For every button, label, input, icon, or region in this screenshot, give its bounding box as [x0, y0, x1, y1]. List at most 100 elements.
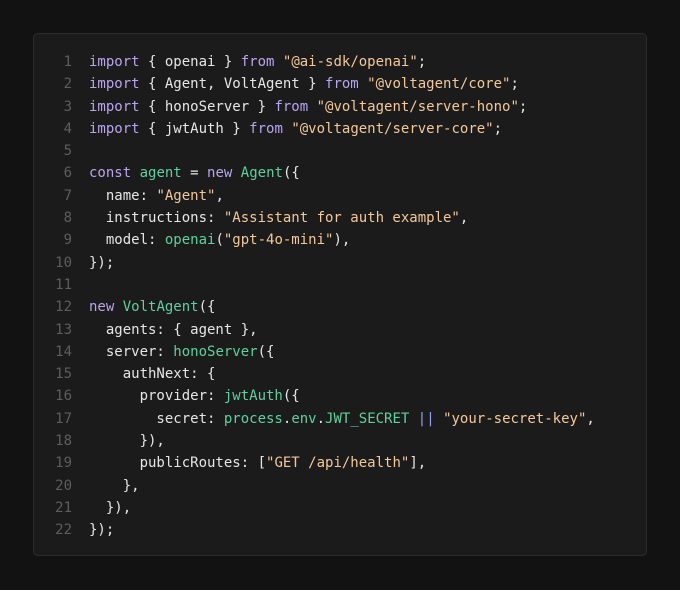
code-token: "@voltagent/core": [367, 76, 511, 93]
code-token: provider:: [89, 388, 224, 405]
code-token: new: [89, 299, 115, 316]
code-token: ({: [282, 165, 300, 182]
code-line: 4 import { jwtAuth } from "@voltagent/ser…: [34, 118, 646, 140]
line-number: 17: [55, 410, 72, 427]
code-text: new VoltAgent({: [89, 296, 215, 318]
code-line: 17 secret: process.env.JWT_SECRET || "yo…: [34, 408, 646, 430]
code-text: import { honoServer } from "@voltagent/s…: [89, 96, 527, 118]
code-token: import: [89, 76, 140, 93]
code-token: process: [223, 410, 283, 427]
line-number: 19: [55, 455, 72, 472]
code-text: name: "Agent",: [89, 185, 224, 207]
code-line: 11: [34, 274, 646, 296]
code-token: from: [249, 120, 283, 137]
code-token: (: [215, 232, 224, 249]
code-token: { honoServer }: [139, 98, 275, 115]
code-token: honoServer: [173, 343, 258, 360]
code-line: 13 agents: { agent },: [34, 319, 646, 341]
code-token: ;: [417, 54, 427, 70]
code-text: });: [89, 519, 114, 541]
code-token: secret:: [89, 410, 224, 427]
code-text: });: [89, 252, 114, 274]
code-text: secret: process.env.JWT_SECRET || "your-…: [89, 408, 594, 430]
code-token: });: [89, 254, 115, 271]
code-token: from: [325, 76, 359, 93]
line-number: 18: [55, 433, 72, 450]
code-text: import { Agent, VoltAgent } from "@volta…: [89, 73, 519, 95]
code-token: model:: [89, 232, 165, 249]
code-token: ({: [257, 343, 275, 360]
line-number: 22: [55, 522, 72, 539]
code-token: "Assistant for auth example": [223, 210, 460, 227]
line-number: 15: [55, 366, 72, 383]
code-token: ||: [417, 410, 435, 427]
code-token: "@ai-sdk/openai": [282, 54, 418, 70]
code-text: import { jwtAuth } from "@voltagent/serv…: [89, 118, 502, 140]
code-token: "@voltagent/server-core": [291, 120, 494, 137]
code-token: openai: [164, 232, 216, 249]
code-line: 1 import { openai } from "@ai-sdk/openai"…: [34, 51, 646, 73]
line-number: 13: [55, 321, 72, 338]
code-text: import { openai } from "@ai-sdk/openai";: [89, 51, 426, 73]
code-editor: 1 import { openai } from "@ai-sdk/openai"…: [34, 51, 646, 542]
code-token: }),: [89, 433, 165, 450]
code-line: 6 const agent = new Agent({: [34, 162, 646, 184]
code-line: 10});: [34, 252, 646, 274]
line-number: 5: [63, 143, 72, 160]
code-token: jwtAuth: [223, 388, 283, 405]
code-token: ,: [215, 187, 224, 204]
line-number: 10: [55, 254, 72, 271]
code-token: =: [181, 165, 208, 182]
line-number: 3: [63, 98, 72, 115]
code-token: instructions:: [89, 210, 224, 227]
code-text: model: openai("gpt-4o-mini"),: [89, 229, 350, 251]
code-token: { openai }: [139, 54, 241, 70]
code-token: { Agent, VoltAgent }: [139, 76, 326, 93]
code-text: publicRoutes: ["GET /api/health"],: [89, 452, 427, 474]
code-token: server:: [89, 343, 174, 360]
code-token: ],: [409, 455, 427, 472]
code-token: ;: [510, 76, 519, 93]
code-token: agents: { agent },: [89, 321, 258, 338]
code-token: publicRoutes: [: [89, 455, 267, 472]
code-token: ;: [493, 120, 503, 137]
line-number: 7: [63, 187, 72, 204]
line-number: 8: [63, 210, 72, 227]
code-token: authNext: {: [89, 366, 216, 383]
code-text: provider: jwtAuth({: [89, 385, 300, 407]
code-token: from: [274, 98, 309, 115]
line-number: 2: [63, 76, 72, 93]
code-token: JWT_SECRET: [325, 410, 410, 427]
line-number: 12: [55, 299, 72, 316]
code-line: 9 model: openai("gpt-4o-mini"),: [34, 229, 646, 251]
code-line: 20 },: [34, 475, 646, 497]
code-token: ),: [333, 232, 351, 249]
code-token: name:: [89, 187, 157, 204]
code-token: import: [89, 120, 140, 137]
code-line: 8 instructions: "Assistant for auth exam…: [34, 207, 646, 229]
line-number: 14: [55, 343, 72, 360]
line-number: 4: [63, 120, 72, 137]
code-line: 15 authNext: {: [34, 363, 646, 385]
code-token: });: [89, 522, 115, 539]
code-line: 5: [34, 140, 646, 162]
code-line: 12 new VoltAgent({: [34, 296, 646, 318]
code-token: "GET /api/health": [266, 455, 410, 472]
code-token: ,: [459, 210, 469, 227]
code-token: .: [316, 410, 326, 427]
line-number: 20: [55, 477, 72, 494]
code-line: 19 publicRoutes: ["GET /api/health"],: [34, 452, 646, 474]
code-line: 14 server: honoServer({: [34, 341, 646, 363]
code-line: 16 provider: jwtAuth({: [34, 385, 646, 407]
code-token: },: [89, 477, 140, 494]
code-token: new: [207, 165, 233, 182]
line-number: 9: [63, 232, 72, 249]
code-line: 22});: [34, 519, 646, 541]
